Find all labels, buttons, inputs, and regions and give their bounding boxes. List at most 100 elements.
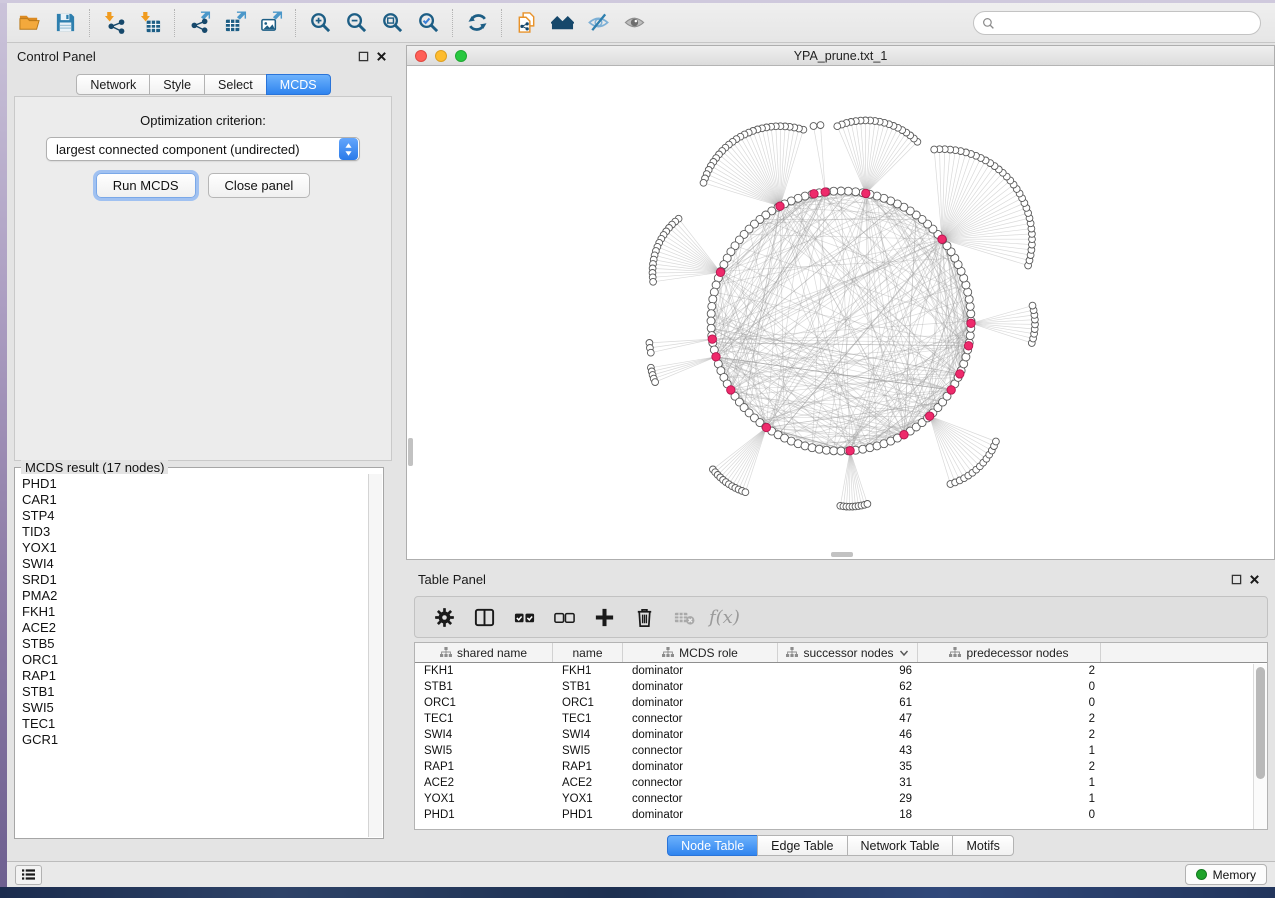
mcds-node[interactable] bbox=[926, 412, 934, 420]
mcds-node[interactable] bbox=[716, 268, 724, 276]
tab-select[interactable]: Select bbox=[204, 74, 267, 95]
fan-node[interactable] bbox=[834, 123, 841, 130]
node-table[interactable]: shared namenameMCDS rolesuccessor nodesp… bbox=[414, 642, 1268, 830]
close-panel-icon[interactable] bbox=[372, 47, 390, 65]
ring-node[interactable] bbox=[830, 187, 838, 195]
zoom-out-icon[interactable] bbox=[338, 6, 374, 40]
tab-node-table[interactable]: Node Table bbox=[667, 835, 758, 856]
mcds-list-item[interactable]: RAP1 bbox=[16, 668, 368, 684]
ring-node[interactable] bbox=[707, 324, 715, 332]
tab-edge-table[interactable]: Edge Table bbox=[757, 835, 847, 856]
ring-node[interactable] bbox=[822, 446, 830, 454]
fan-node[interactable] bbox=[931, 146, 938, 153]
save-icon[interactable] bbox=[47, 6, 83, 40]
mcds-list-item[interactable]: STP4 bbox=[16, 508, 368, 524]
mcds-list-item[interactable]: SWI4 bbox=[16, 556, 368, 572]
show-all-icon[interactable] bbox=[616, 6, 652, 40]
ring-node[interactable] bbox=[859, 445, 867, 453]
mcds-node[interactable] bbox=[938, 235, 946, 243]
mcds-result-list[interactable]: PHD1CAR1STP4TID3YOX1SWI4SRD1PMA2FKH1ACE2… bbox=[16, 474, 368, 837]
column-header-name[interactable]: name bbox=[553, 643, 623, 662]
search-field[interactable] bbox=[973, 11, 1261, 35]
mcds-list-item[interactable]: TID3 bbox=[16, 524, 368, 540]
optimization-dropdown[interactable]: largest connected component (undirected) bbox=[46, 137, 360, 161]
fan-node[interactable] bbox=[652, 379, 659, 386]
tab-style[interactable]: Style bbox=[149, 74, 205, 95]
fan-node[interactable] bbox=[647, 349, 654, 356]
fan-node[interactable] bbox=[742, 489, 749, 496]
mcds-node[interactable] bbox=[846, 447, 854, 455]
mcds-node[interactable] bbox=[762, 423, 770, 431]
export-network-icon[interactable] bbox=[181, 6, 217, 40]
mcds-list-item[interactable]: SRD1 bbox=[16, 572, 368, 588]
table-row[interactable]: YOX1YOX1connector291 bbox=[415, 791, 1267, 807]
table-row[interactable]: PHD1PHD1dominator180 bbox=[415, 807, 1267, 823]
fan-node[interactable] bbox=[864, 501, 871, 508]
fan-node[interactable] bbox=[817, 122, 824, 129]
search-input[interactable] bbox=[1001, 16, 1252, 30]
fan-node[interactable] bbox=[700, 179, 707, 186]
close-panel-button[interactable]: Close panel bbox=[208, 173, 311, 198]
ring-node[interactable] bbox=[852, 188, 860, 196]
table-row[interactable]: STB1STB1dominator620 bbox=[415, 679, 1267, 695]
table-settings-gear-icon[interactable] bbox=[429, 602, 459, 632]
canvas-hscroll-thumb[interactable] bbox=[831, 552, 853, 557]
import-network-icon[interactable] bbox=[96, 6, 132, 40]
clone-network-icon[interactable] bbox=[508, 6, 544, 40]
first-neighbors-icon[interactable] bbox=[544, 6, 580, 40]
network-graph[interactable] bbox=[407, 66, 1274, 559]
float-panel-icon[interactable] bbox=[354, 47, 372, 65]
ring-node[interactable] bbox=[815, 445, 823, 453]
select-all-columns-icon[interactable] bbox=[509, 602, 539, 632]
zoom-selected-icon[interactable] bbox=[410, 6, 446, 40]
mcds-list-item[interactable]: TEC1 bbox=[16, 716, 368, 732]
fan-node[interactable] bbox=[1029, 302, 1036, 309]
mcds-list-item[interactable]: YOX1 bbox=[16, 540, 368, 556]
ring-node[interactable] bbox=[837, 187, 845, 195]
table-row[interactable]: FKH1FKH1dominator962 bbox=[415, 663, 1267, 679]
delete-column-icon[interactable] bbox=[629, 602, 659, 632]
mcds-list-item[interactable]: STB5 bbox=[16, 636, 368, 652]
task-history-icon[interactable] bbox=[15, 865, 42, 885]
mcds-node[interactable] bbox=[900, 431, 908, 439]
table-row[interactable]: SWI4SWI4dominator462 bbox=[415, 727, 1267, 743]
ring-node[interactable] bbox=[967, 310, 975, 318]
table-row[interactable]: SWI5SWI5connector431 bbox=[415, 743, 1267, 759]
create-column-icon[interactable] bbox=[589, 602, 619, 632]
mcds-node[interactable] bbox=[810, 190, 818, 198]
close-table-panel-icon[interactable] bbox=[1245, 570, 1263, 588]
ring-node[interactable] bbox=[830, 447, 838, 455]
mcds-list-item[interactable]: ACE2 bbox=[16, 620, 368, 636]
mcds-node[interactable] bbox=[712, 353, 720, 361]
ring-node[interactable] bbox=[837, 447, 845, 455]
open-folder-icon[interactable] bbox=[11, 6, 47, 40]
export-image-icon[interactable] bbox=[253, 6, 289, 40]
zoom-in-icon[interactable] bbox=[302, 6, 338, 40]
fan-node[interactable] bbox=[810, 123, 817, 130]
mcds-list-item[interactable]: PMA2 bbox=[16, 588, 368, 604]
table-row[interactable]: ORC1ORC1dominator610 bbox=[415, 695, 1267, 711]
network-canvas[interactable] bbox=[407, 66, 1274, 559]
tab-mcds[interactable]: MCDS bbox=[266, 74, 331, 95]
import-table-icon[interactable] bbox=[132, 6, 168, 40]
mcds-list-item[interactable]: PHD1 bbox=[16, 476, 368, 492]
export-table-icon[interactable] bbox=[217, 6, 253, 40]
canvas-vscroll-thumb[interactable] bbox=[408, 438, 413, 466]
mcds-list-item[interactable]: FKH1 bbox=[16, 604, 368, 620]
table-row[interactable]: RAP1RAP1dominator352 bbox=[415, 759, 1267, 775]
mcds-node[interactable] bbox=[821, 188, 829, 196]
ring-node[interactable] bbox=[966, 332, 974, 340]
ring-node[interactable] bbox=[707, 310, 715, 318]
ring-node[interactable] bbox=[710, 288, 718, 296]
column-header-shared-name[interactable]: shared name bbox=[415, 643, 553, 662]
mcds-node[interactable] bbox=[967, 319, 975, 327]
tab-motifs[interactable]: Motifs bbox=[952, 835, 1013, 856]
hide-selected-icon[interactable] bbox=[580, 6, 616, 40]
ring-node[interactable] bbox=[709, 295, 717, 303]
fan-node[interactable] bbox=[650, 278, 657, 285]
show-columns-icon[interactable] bbox=[469, 602, 499, 632]
table-row[interactable]: TEC1TEC1connector472 bbox=[415, 711, 1267, 727]
mcds-list-item[interactable]: CAR1 bbox=[16, 492, 368, 508]
mcds-list-item[interactable]: GCR1 bbox=[16, 732, 368, 748]
ring-node[interactable] bbox=[965, 295, 973, 303]
